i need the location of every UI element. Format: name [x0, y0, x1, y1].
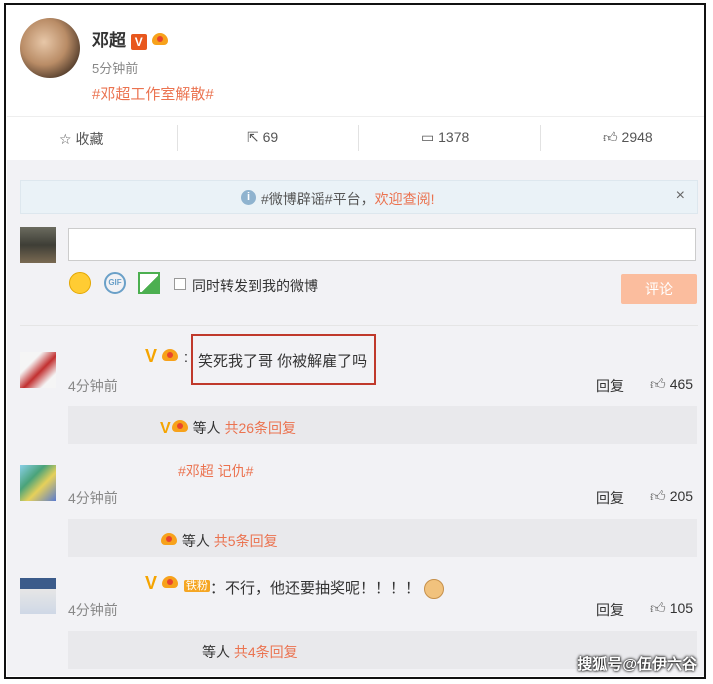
emoji-icon[interactable]	[69, 272, 91, 294]
divider	[358, 125, 359, 151]
current-user-avatar	[20, 227, 56, 263]
comment-input[interactable]	[68, 228, 696, 261]
thumbs-up-icon: 👍︎	[650, 376, 666, 393]
like-count: 2948	[621, 129, 653, 145]
notice-link[interactable]: 欢迎查阅!	[375, 191, 435, 207]
comment-like-count: 105	[669, 600, 694, 616]
post-action-bar: ☆ 收藏 ⇱ 69 ▭ 1378 👍︎ 2948	[7, 116, 704, 162]
thumbs-up-icon: 👍︎	[603, 129, 618, 145]
poster-name[interactable]: 邓超	[92, 31, 126, 50]
favorite-label: 收藏	[75, 131, 104, 147]
verified-badge-icon: V	[130, 34, 147, 50]
comment-like-button[interactable]: 👍︎ 465	[650, 376, 693, 394]
gold-v-icon: V	[145, 346, 158, 366]
commenter-badges: V 铁粉	[145, 573, 210, 594]
thumbs-up-icon: 👍︎	[650, 488, 666, 505]
gold-v-icon: V	[160, 420, 171, 437]
commenter-avatar[interactable]	[20, 578, 56, 614]
divider	[540, 125, 541, 151]
gif-icon[interactable]: GIF	[104, 272, 126, 294]
poster-name-row: 邓超 V	[92, 26, 169, 51]
vip-crown-icon	[161, 573, 179, 589]
comment-text-row: ：不行，他还要抽奖呢！！！！	[210, 577, 445, 600]
vip-crown-icon	[161, 346, 179, 362]
comment-button[interactable]: ▭ 1378	[421, 129, 469, 146]
vip-crown-icon	[171, 417, 189, 433]
divider	[177, 125, 178, 151]
reply-button[interactable]: 回复	[596, 600, 624, 620]
poster-avatar[interactable]	[20, 18, 80, 78]
sub-reply-summary: V 等人 共26条回复	[160, 417, 296, 438]
shiba-emoji-icon	[424, 579, 445, 600]
repost-icon: ⇱	[247, 129, 259, 145]
comment-count: 1378	[438, 129, 470, 145]
info-icon: i	[241, 190, 256, 205]
comment-like-button[interactable]: 👍︎ 205	[650, 488, 693, 506]
vip-crown-icon	[160, 530, 178, 546]
comment-time: 4分钟前	[68, 602, 118, 618]
sub-reply-summary: 等人 共4条回复	[202, 644, 298, 660]
vip-crown-icon	[151, 30, 169, 46]
watermark: 搜狐号@伍伊六谷	[577, 656, 697, 673]
comment-time: 4分钟前	[68, 378, 118, 394]
thumbs-up-icon: 👍︎	[650, 600, 666, 617]
view-replies-link[interactable]: 共4条回复	[234, 644, 298, 660]
view-replies-link[interactable]: 共26条回复	[224, 420, 296, 436]
fan-tag: 铁粉	[183, 580, 210, 592]
commenter-avatar[interactable]	[20, 465, 56, 501]
comment-topic-link[interactable]: #邓超 记仇#	[178, 461, 253, 481]
repost-count: 69	[262, 129, 279, 145]
divider	[20, 325, 698, 326]
repost-button[interactable]: ⇱ 69	[247, 129, 278, 146]
sub-reply-summary: 等人 共5条回复	[160, 530, 278, 551]
submit-comment-button[interactable]: 评论	[621, 274, 697, 304]
highlight-box	[191, 334, 376, 385]
comment-time: 4分钟前	[68, 490, 118, 506]
image-icon[interactable]	[138, 272, 160, 294]
commenter-avatar[interactable]	[20, 352, 56, 388]
comment-like-button[interactable]: 👍︎ 105	[650, 600, 693, 618]
comment-text: 不行，他还要抽奖呢！！！！	[225, 580, 421, 597]
close-icon[interactable]: ×	[676, 187, 685, 205]
gold-v-icon: V	[145, 573, 158, 593]
repost-checkbox[interactable]	[174, 278, 186, 290]
comment-like-count: 465	[669, 376, 694, 392]
rumor-notice-bar: i #微博辟谣#平台，欢迎查阅! ×	[20, 180, 698, 214]
repost-checkbox-label: 同时转发到我的微博	[192, 278, 318, 294]
star-icon: ☆	[59, 131, 72, 147]
notice-text: #微博辟谣#平台，欢迎查阅!	[261, 189, 434, 209]
comment-like-count: 205	[669, 488, 694, 504]
sub-reply-box: V 等人 共26条回复	[68, 406, 697, 444]
sub-reply-box: 等人 共5条回复	[68, 519, 697, 557]
reply-button[interactable]: 回复	[596, 488, 624, 508]
post-topic-link[interactable]: #邓超工作室解散#	[92, 83, 214, 104]
post-time: 5分钟前	[92, 61, 139, 76]
view-replies-link[interactable]: 共5条回复	[214, 533, 278, 549]
like-button[interactable]: 👍︎ 2948	[603, 129, 653, 146]
reply-button[interactable]: 回复	[596, 376, 624, 396]
commenter-badges: V :	[145, 346, 189, 366]
notice-label: #微博辟谣#平台，	[261, 191, 375, 207]
comment-icon: ▭	[421, 129, 435, 145]
favorite-button[interactable]: ☆ 收藏	[59, 129, 103, 149]
